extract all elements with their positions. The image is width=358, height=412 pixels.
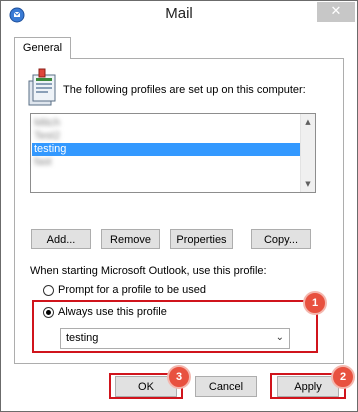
- radio-always-label[interactable]: Always use this profile: [58, 306, 167, 318]
- radio-prompt-label[interactable]: Prompt for a profile to be used: [58, 284, 206, 296]
- profile-item-selected[interactable]: testing: [32, 143, 300, 156]
- scroll-up-icon[interactable]: ▲: [301, 118, 315, 126]
- tab-general[interactable]: General: [14, 37, 71, 59]
- scroll-down-icon[interactable]: ▼: [301, 180, 315, 188]
- profiles-scrollbar[interactable]: ▲ ▼: [300, 114, 315, 192]
- radio-prompt-profile[interactable]: [43, 285, 54, 296]
- title-bar: Mail ✕: [1, 1, 357, 31]
- window-title: Mail: [165, 5, 193, 22]
- profile-item[interactable]: Test2: [32, 130, 60, 143]
- add-button[interactable]: Add...: [31, 229, 91, 249]
- properties-button[interactable]: Properties: [170, 229, 233, 249]
- copy-button[interactable]: Copy...: [251, 229, 311, 249]
- step-badge-3: 3: [167, 365, 191, 389]
- step-badge-2: 2: [331, 365, 355, 389]
- chevron-down-icon: ⌄: [275, 332, 284, 343]
- radio-selected-dot: [46, 310, 51, 315]
- profile-item[interactable]: fast: [32, 156, 52, 169]
- dropdown-value: testing: [66, 332, 99, 344]
- profile-item[interactable]: Mitch: [32, 117, 60, 130]
- profiles-listbox[interactable]: Mitch Test2 testing fast ▲ ▼: [30, 113, 316, 193]
- startup-profile-label: When starting Microsoft Outlook, use thi…: [30, 265, 267, 277]
- radio-always-use[interactable]: [43, 307, 54, 318]
- cancel-button[interactable]: Cancel: [195, 376, 257, 397]
- close-button[interactable]: ✕: [317, 2, 355, 22]
- step-badge-1: 1: [303, 291, 327, 315]
- profiles-icon: [28, 68, 56, 106]
- profile-dropdown[interactable]: testing ⌄: [60, 328, 290, 349]
- remove-button[interactable]: Remove: [101, 229, 160, 249]
- profiles-heading: The following profiles are set up on thi…: [63, 84, 306, 96]
- close-icon: ✕: [330, 4, 342, 19]
- mail-dialog: Mail ✕ General The following profiles ar…: [0, 0, 358, 412]
